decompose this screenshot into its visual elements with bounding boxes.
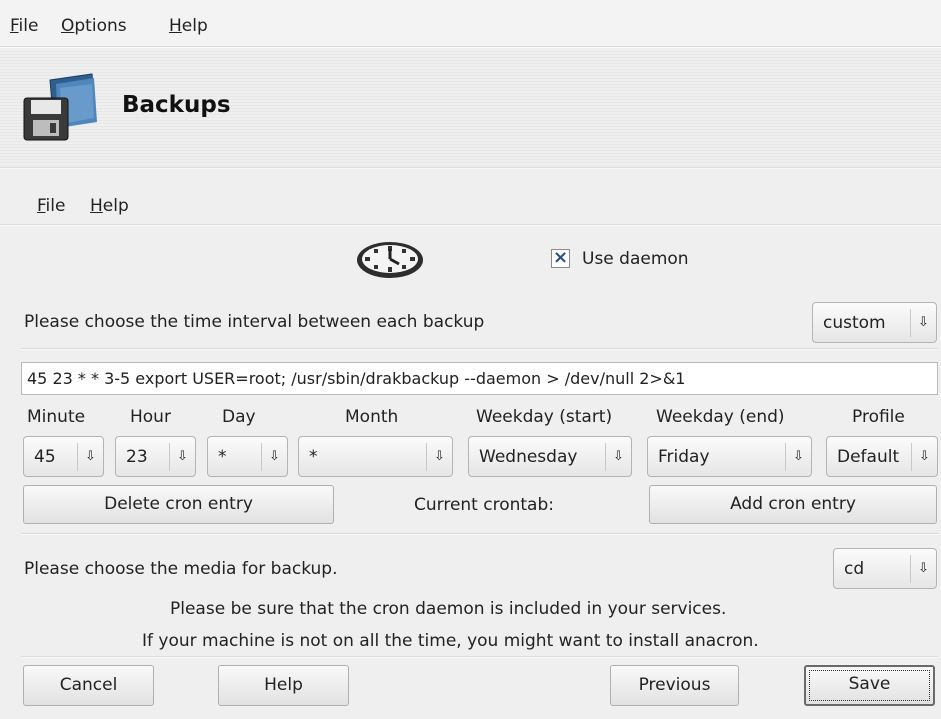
submenu-file[interactable]: File bbox=[37, 196, 65, 216]
use-daemon-label: Use daemon bbox=[582, 249, 689, 269]
minute-select-value: 45 bbox=[34, 447, 56, 467]
submenu-separator bbox=[0, 224, 941, 226]
floppy-folder-icon bbox=[22, 72, 100, 142]
menu-options-mnemonic: O bbox=[61, 16, 75, 36]
menu-file-label: ile bbox=[18, 16, 39, 36]
header-separator bbox=[0, 167, 941, 169]
weekday-start-select[interactable]: Wednesday ⇩ bbox=[468, 436, 632, 477]
menu-options[interactable]: Options bbox=[61, 16, 127, 36]
use-daemon-checkbox[interactable]: × bbox=[551, 249, 570, 268]
submenu-help-label: elp bbox=[102, 196, 129, 216]
chevron-down-icon: ⇩ bbox=[605, 443, 631, 471]
media-prompt: Please choose the media for backup. bbox=[24, 559, 338, 579]
weekday-start-label: Weekday (start) bbox=[476, 407, 613, 427]
menu-help[interactable]: Help bbox=[169, 16, 208, 36]
day-label: Day bbox=[222, 407, 256, 427]
chevron-down-icon: ⇩ bbox=[169, 443, 195, 471]
media-select-value: cd bbox=[844, 559, 865, 579]
interval-select[interactable]: custom ⇩ bbox=[812, 302, 937, 343]
cron-divider bbox=[21, 533, 938, 535]
profile-label: Profile bbox=[852, 407, 905, 427]
month-label: Month bbox=[345, 407, 399, 427]
delete-cron-entry-button[interactable]: Delete cron entry bbox=[23, 485, 334, 524]
day-select-value: * bbox=[218, 447, 227, 467]
help-button[interactable]: Help bbox=[218, 665, 349, 706]
profile-select[interactable]: Default ⇩ bbox=[826, 436, 938, 477]
chevron-down-icon: ⇩ bbox=[910, 555, 936, 583]
previous-button[interactable]: Previous bbox=[610, 665, 739, 706]
hour-label: Hour bbox=[130, 407, 171, 427]
cancel-button[interactable]: Cancel bbox=[23, 665, 154, 706]
menu-file[interactable]: File bbox=[10, 16, 38, 36]
menubar: File Options Help bbox=[0, 0, 941, 46]
menu-options-label: ptions bbox=[74, 16, 127, 36]
save-button[interactable]: Save bbox=[804, 665, 935, 706]
chevron-down-icon: ⇩ bbox=[261, 443, 287, 471]
submenu-help[interactable]: Help bbox=[90, 196, 129, 216]
month-select[interactable]: * ⇩ bbox=[298, 436, 453, 477]
clock-icon bbox=[355, 240, 425, 280]
hour-select-value: 23 bbox=[126, 447, 148, 467]
day-select[interactable]: * ⇩ bbox=[207, 436, 288, 477]
interval-prompt: Please choose the time interval between … bbox=[24, 312, 485, 332]
weekday-start-select-value: Wednesday bbox=[479, 447, 578, 467]
chevron-down-icon: ⇩ bbox=[911, 443, 937, 471]
submenu-bar: File Help bbox=[0, 186, 941, 224]
chevron-down-icon: ⇩ bbox=[77, 443, 103, 471]
menubar-separator bbox=[0, 46, 941, 48]
cron-note: Please be sure that the cron daemon is i… bbox=[170, 599, 727, 619]
page-title: Backups bbox=[122, 92, 231, 118]
current-crontab-label: Current crontab: bbox=[414, 495, 554, 515]
month-select-value: * bbox=[309, 447, 318, 467]
minute-select[interactable]: 45 ⇩ bbox=[23, 436, 104, 477]
chevron-down-icon: ⇩ bbox=[426, 443, 452, 471]
interval-divider bbox=[21, 348, 938, 350]
media-select[interactable]: cd ⇩ bbox=[833, 548, 937, 589]
footer-separator bbox=[21, 656, 938, 658]
minute-label: Minute bbox=[27, 407, 86, 427]
submenu-file-label: ile bbox=[45, 196, 66, 216]
menu-help-mnemonic: H bbox=[169, 16, 182, 36]
add-cron-entry-button[interactable]: Add cron entry bbox=[649, 485, 937, 524]
profile-select-value: Default bbox=[837, 447, 900, 467]
weekday-end-label: Weekday (end) bbox=[656, 407, 785, 427]
hour-select[interactable]: 23 ⇩ bbox=[115, 436, 196, 477]
menu-help-label: elp bbox=[181, 16, 208, 36]
chevron-down-icon: ⇩ bbox=[910, 309, 936, 337]
weekday-end-select[interactable]: Friday ⇩ bbox=[647, 436, 812, 477]
submenu-file-mnemonic: F bbox=[37, 196, 46, 216]
anacron-note: If your machine is not on all the time, … bbox=[142, 631, 759, 651]
submenu-help-mnemonic: H bbox=[90, 196, 103, 216]
cron-entry-field[interactable]: 45 23 * * 3-5 export USER=root; /usr/sbi… bbox=[21, 362, 938, 395]
weekday-end-select-value: Friday bbox=[658, 447, 710, 467]
chevron-down-icon: ⇩ bbox=[785, 443, 811, 471]
menu-file-mnemonic: F bbox=[10, 16, 19, 36]
interval-select-value: custom bbox=[823, 313, 886, 333]
